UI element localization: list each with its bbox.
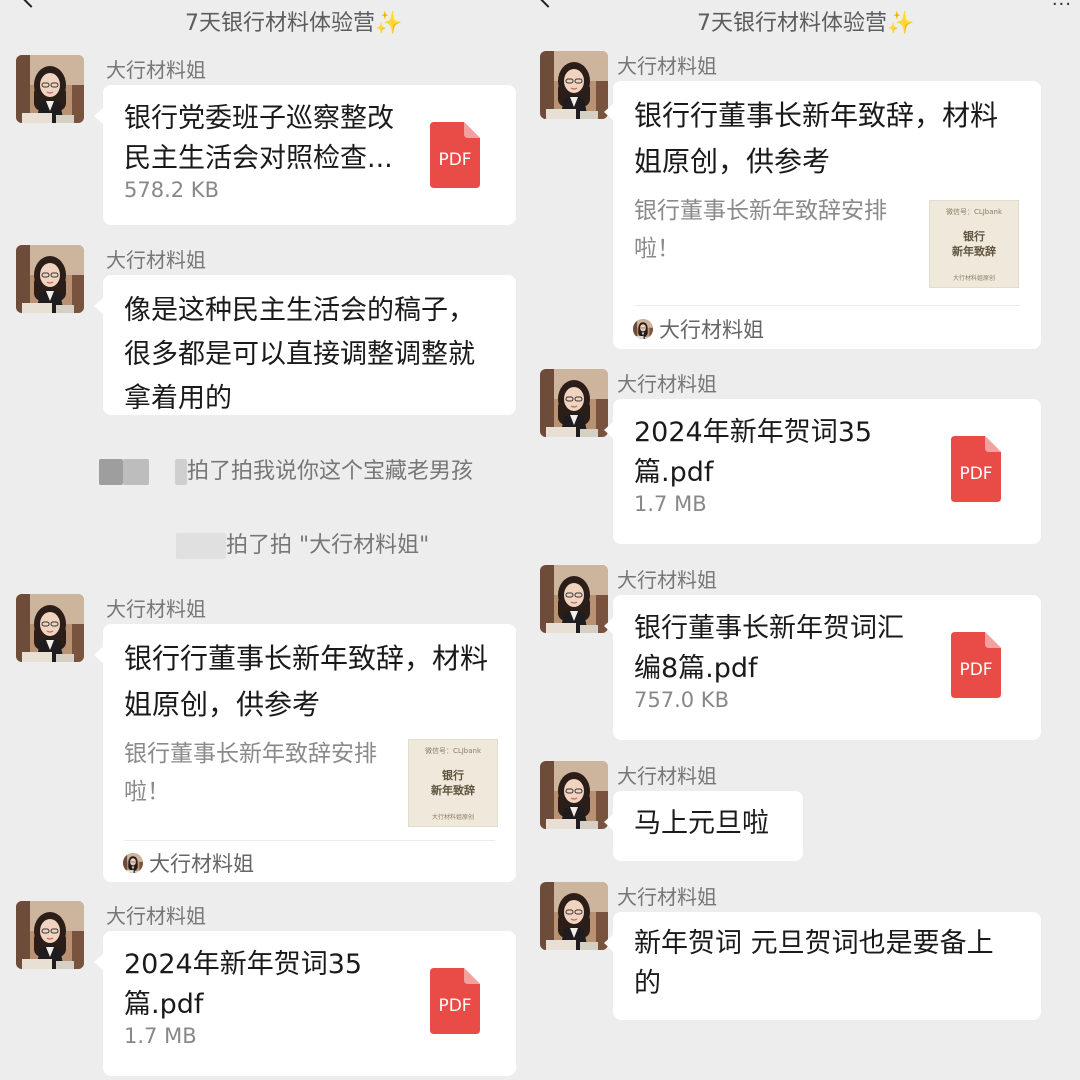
back-arrow-icon[interactable] [535, 0, 561, 8]
avatar[interactable] [540, 882, 608, 950]
system-pat-message: 拍了拍我说你这个宝藏老男孩 [99, 453, 473, 485]
card-title: 银行行董事长新年致辞，材料 姐原创，供参考 [124, 642, 489, 721]
card-description: 银行董事长新年致辞安排 啦！ [634, 198, 887, 262]
avatar[interactable] [16, 245, 84, 313]
back-arrow-icon[interactable] [18, 0, 44, 8]
chat-title: 7天银行材料体验营✨ [185, 11, 403, 36]
chat-header: 7天银行材料体验营✨ [0, 0, 527, 40]
avatar[interactable] [16, 594, 84, 662]
link-card[interactable]: 银行行董事长新年致辞，材料 姐原创，供参考 银行董事长新年致辞安排 啦！ 微信号：C… [604, 81, 1041, 349]
sender-name: 大行材料姐 [106, 904, 206, 928]
avatar[interactable] [540, 369, 608, 437]
file-bubble[interactable]: 银行董事长新年贺词汇 编8篇.pdf 757.0 KB PDF [604, 595, 1041, 740]
blurred-name [99, 459, 123, 485]
card-divider [634, 305, 1020, 306]
source-avatar [123, 853, 143, 873]
file-name: 2024年新年贺词35 篇.pdf [634, 417, 873, 488]
blurred-name [176, 533, 226, 559]
sender-name: 大行材料姐 [106, 248, 206, 272]
text-line: 拿着用的 [124, 383, 232, 414]
text-bubble[interactable]: 新年贺词 元旦贺词也是要备上 的 [604, 912, 1041, 1020]
avatar[interactable] [16, 55, 84, 123]
left-chat-screenshot: 7天银行材料体验营✨ 大行材料姐 银行党委班子巡察整改 民主生活会对照检查... … [0, 0, 527, 1080]
sender-name: 大行材料姐 [617, 568, 717, 592]
right-chat-screenshot: 7天银行材料体验营✨ ··· 大行材料姐 银行行董事长新年致辞，材料 姐原创，供参… [527, 0, 1080, 1080]
card-source: 大行材料姐 [123, 848, 254, 878]
link-card[interactable]: 银行行董事长新年致辞，材料 姐原创，供参考 银行董事长新年致辞安排 啦！ 微信号：C… [94, 624, 516, 882]
file-name: 银行党委班子巡察整改 民主生活会对照检查... [124, 103, 394, 174]
more-icon[interactable]: ··· [1052, 0, 1072, 15]
avatar[interactable] [16, 901, 84, 969]
blurred-name [175, 459, 187, 485]
pdf-file-icon: PDF [430, 122, 480, 188]
text-line: 新年贺词 元旦贺词也是要备上 [634, 928, 994, 959]
pdf-file-icon: PDF [951, 436, 1001, 502]
sender-name: 大行材料姐 [106, 597, 206, 621]
text-bubble[interactable]: 像是这种民主生活会的稿子， 很多都是可以直接调整调整就 拿着用的 [94, 275, 516, 415]
card-divider [124, 840, 495, 841]
chat-title: 7天银行材料体验营✨ [697, 11, 915, 36]
text-bubble[interactable]: 马上元旦啦 [604, 791, 803, 861]
card-source: 大行材料姐 [633, 314, 764, 344]
text-line: 很多都是可以直接调整调整就 [124, 339, 475, 370]
text-line: 的 [634, 968, 661, 999]
avatar[interactable] [540, 761, 608, 829]
blurred-name [123, 459, 149, 485]
chat-header: 7天银行材料体验营✨ ··· [527, 0, 1080, 40]
text-line: 像是这种民主生活会的稿子， [124, 295, 475, 326]
sender-name: 大行材料姐 [106, 58, 206, 82]
card-title: 银行行董事长新年致辞，材料 姐原创，供参考 [634, 99, 999, 178]
card-thumbnail: 微信号：CLJbank 银行 新年致辞 大行材料姐原创 [408, 739, 498, 827]
sender-name: 大行材料姐 [617, 885, 717, 909]
file-bubble[interactable]: 银行党委班子巡察整改 民主生活会对照检查... 578.2 KB PDF [94, 85, 516, 225]
text-line: 马上元旦啦 [634, 808, 769, 839]
file-name: 2024年新年贺词35 篇.pdf [124, 949, 363, 1020]
file-bubble[interactable]: 2024年新年贺词35 篇.pdf 1.7 MB PDF [94, 931, 516, 1076]
pdf-file-icon: PDF [951, 632, 1001, 698]
card-description: 银行董事长新年致辞安排 啦！ [124, 741, 377, 805]
file-bubble[interactable]: 2024年新年贺词35 篇.pdf 1.7 MB PDF [604, 399, 1041, 544]
pdf-file-icon: PDF [430, 968, 480, 1034]
source-avatar [633, 319, 653, 339]
file-name: 银行董事长新年贺词汇 编8篇.pdf [634, 613, 904, 684]
sender-name: 大行材料姐 [617, 372, 717, 396]
sender-name: 大行材料姐 [617, 54, 717, 78]
system-pat-message: 拍了拍 "大行材料姐" [176, 527, 429, 559]
avatar[interactable] [540, 51, 608, 119]
avatar[interactable] [540, 565, 608, 633]
card-thumbnail: 微信号：CLJbank 银行 新年致辞 大行材料姐原创 [929, 200, 1019, 288]
sender-name: 大行材料姐 [617, 764, 717, 788]
